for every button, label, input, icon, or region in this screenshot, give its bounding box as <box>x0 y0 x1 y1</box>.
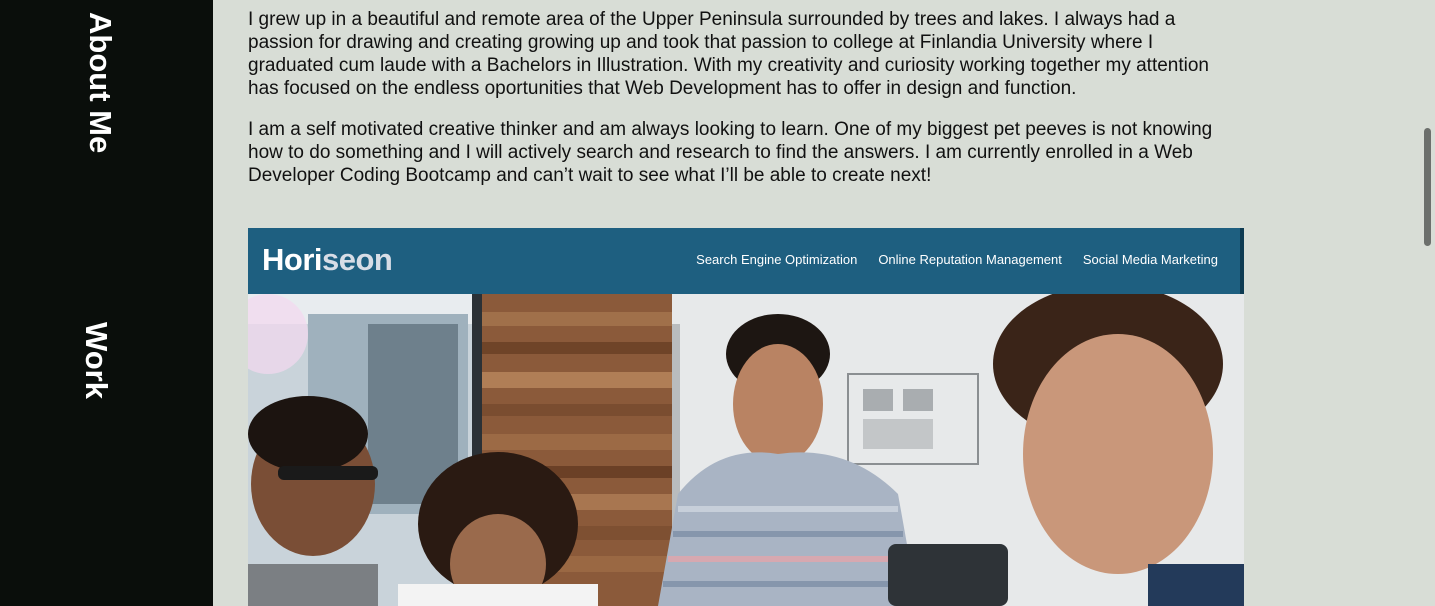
project-hero-image <box>248 294 1244 606</box>
about-paragraph-1: I grew up in a beautiful and remote area… <box>248 9 1210 99</box>
portfolio-page: About Me Work I grew up in a beautiful a… <box>0 0 1435 606</box>
side-nav: About Me Work <box>0 0 213 606</box>
project-horiseon-card[interactable]: Horiseon Search Engine Optimization Onli… <box>248 228 1244 606</box>
scrollbar-thumb[interactable] <box>1424 128 1431 246</box>
page-scrollbar[interactable] <box>1421 0 1435 606</box>
about-paragraph-2: I am a self motivated creative thinker a… <box>248 119 1213 186</box>
nav-work-link[interactable]: Work <box>78 322 114 399</box>
project-header: Horiseon Search Engine Optimization Onli… <box>248 228 1244 294</box>
project-nav-item-orm: Online Reputation Management <box>878 252 1062 267</box>
project-nav-item-smm: Social Media Marketing <box>1082 252 1218 267</box>
project-logo: Horiseon <box>262 242 393 278</box>
team-meeting-photo-icon <box>248 294 1244 606</box>
project-nav-item-seo: Search Engine Optimization <box>696 252 858 267</box>
nav-about-me-link[interactable]: About Me <box>42 12 118 153</box>
logo-part-2: seon <box>322 242 393 277</box>
logo-part-1: Hori <box>262 242 323 277</box>
project-nav: Search Engine Optimization Online Reputa… <box>696 252 1218 267</box>
